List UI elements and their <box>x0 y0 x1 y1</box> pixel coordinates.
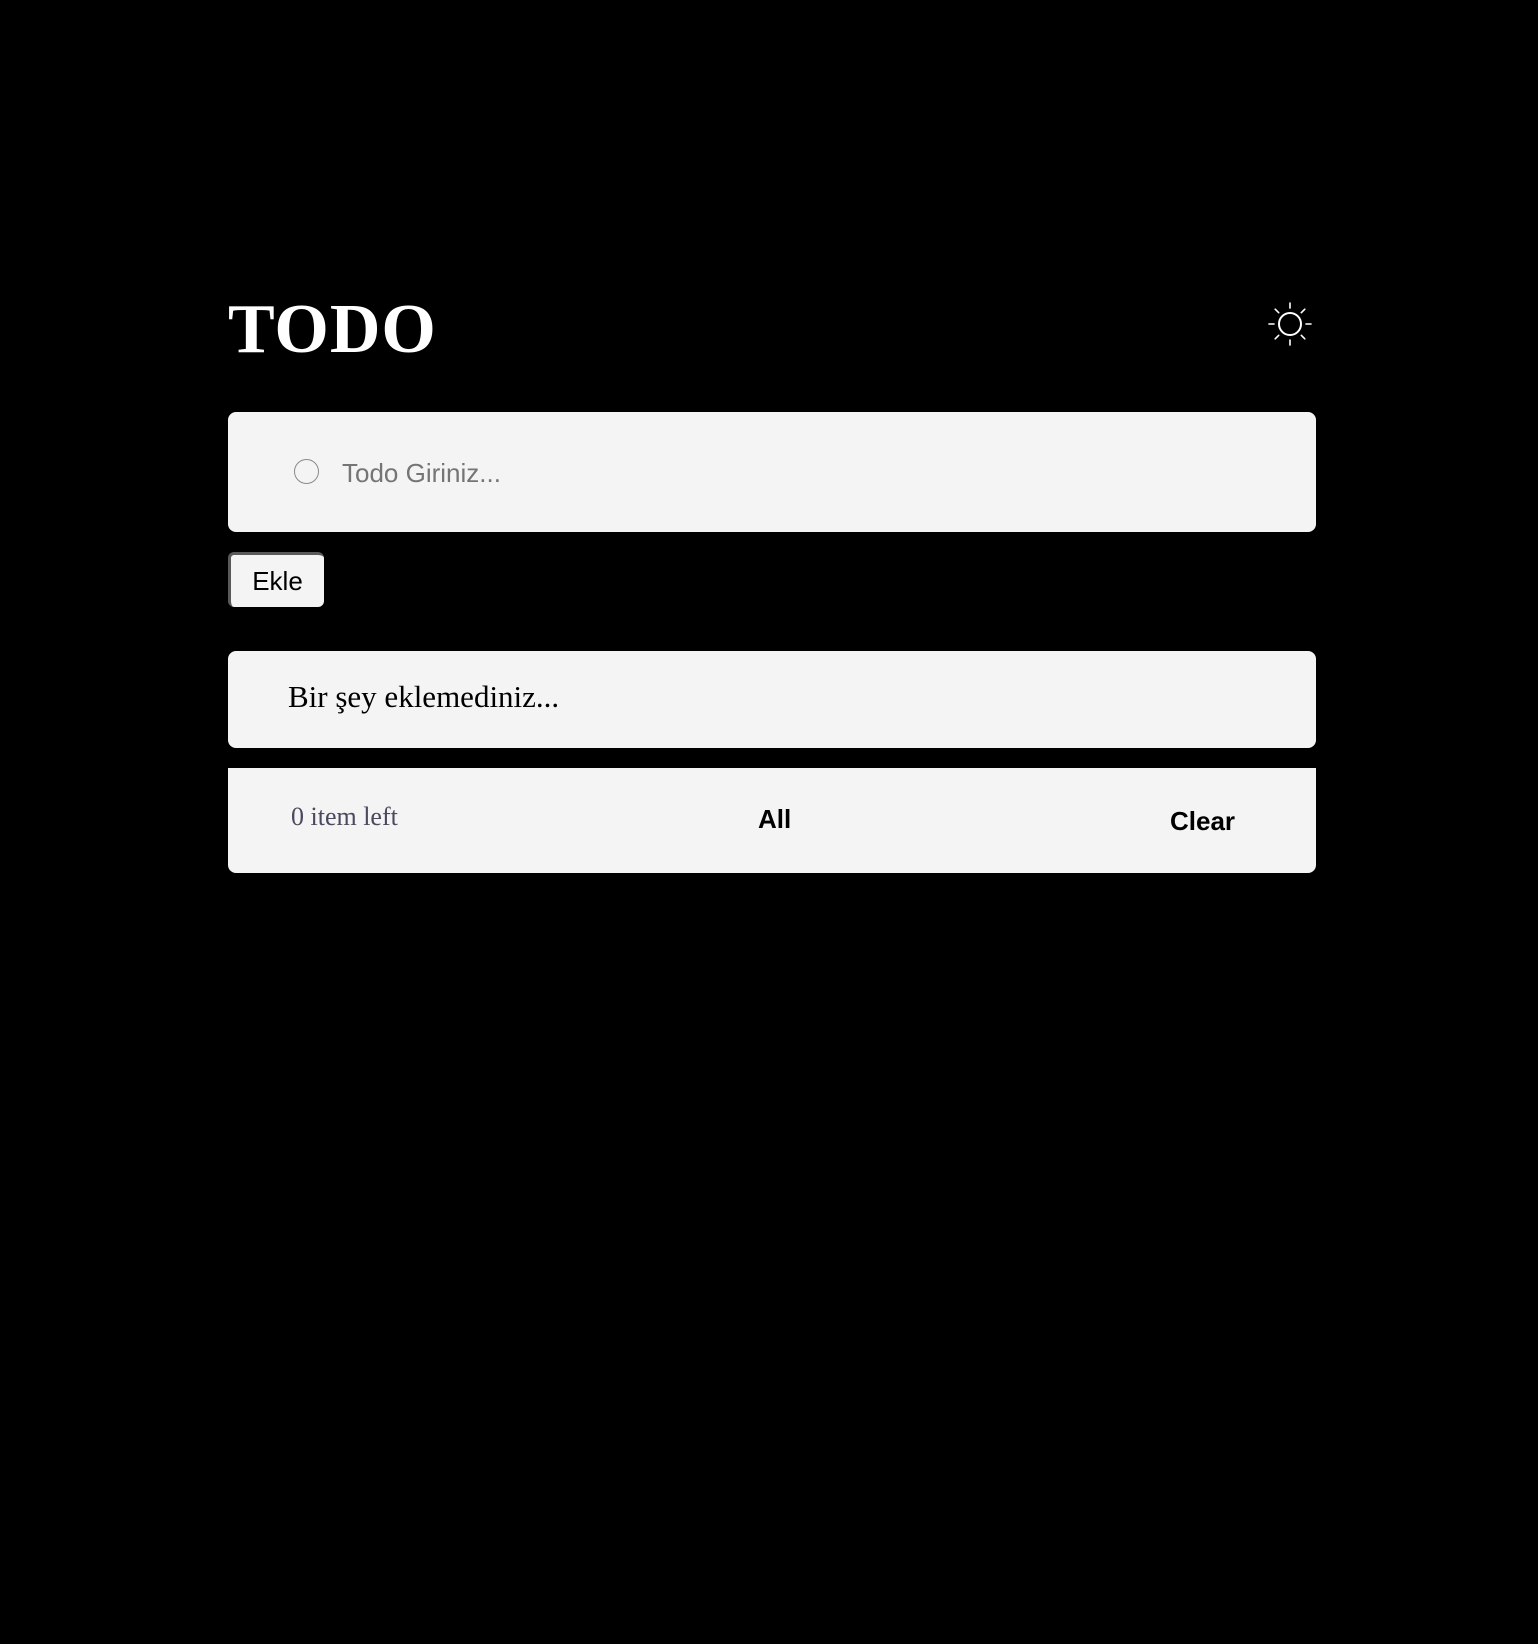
clear-button[interactable]: Clear <box>1170 806 1235 837</box>
circle-icon <box>294 459 319 484</box>
theme-toggle-button[interactable] <box>1266 300 1314 348</box>
todo-input-container <box>228 412 1316 532</box>
filter-all-button[interactable]: All <box>758 804 791 835</box>
items-left-count: 0 item left <box>291 802 398 831</box>
empty-list-message: Bir şey eklemediniz... <box>288 679 560 714</box>
page-title: TODO <box>228 291 437 368</box>
todo-list: Bir şey eklemediniz... <box>228 651 1316 748</box>
sun-icon <box>1268 302 1312 346</box>
todo-footer: 0 item left All Clear <box>228 768 1316 873</box>
todo-input[interactable] <box>340 446 1244 500</box>
add-button[interactable]: Ekle <box>228 552 324 607</box>
